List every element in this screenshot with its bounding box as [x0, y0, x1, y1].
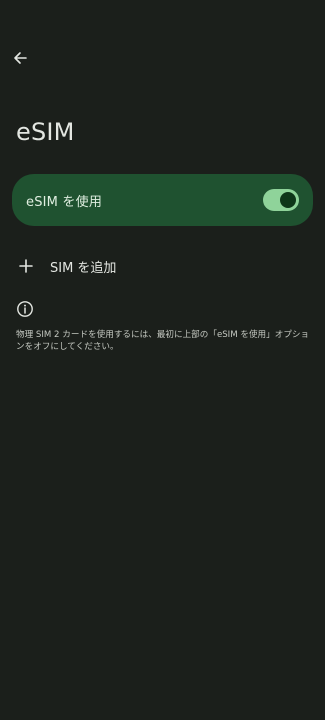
info-message: 物理 SIM 2 カードを使用するには、最初に上部の「eSIM を使用」オプショ…	[16, 330, 310, 352]
use-esim-label: eSIM を使用	[26, 194, 103, 210]
use-esim-switch[interactable]	[263, 189, 299, 211]
switch-thumb	[280, 192, 296, 208]
arrow-left-icon	[14, 52, 27, 64]
page-title: eSIM	[16, 118, 75, 146]
add-sim-button[interactable]: SIM を追加	[0, 248, 325, 284]
add-sim-label: SIM を追加	[50, 260, 117, 276]
use-esim-toggle-row[interactable]: eSIM を使用	[12, 174, 313, 226]
esim-settings-screen: eSIM eSIM を使用 SIM を追加 物理 SIM 2 カードを使用するに…	[0, 0, 325, 720]
info-icon	[17, 301, 33, 317]
back-button[interactable]	[8, 46, 32, 70]
plus-icon	[16, 256, 36, 276]
